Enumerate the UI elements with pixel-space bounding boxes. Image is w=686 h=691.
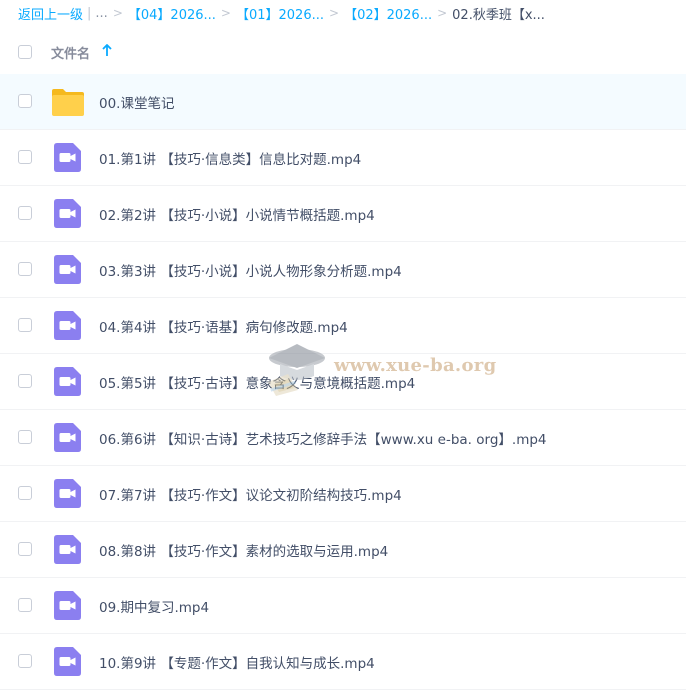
- file-browser: 返回上一级 | ... > 【04】2026... > 【01】2026... …: [0, 0, 686, 691]
- row-checkbox[interactable]: [18, 262, 32, 276]
- file-row[interactable]: 08.第8讲 【技巧·作文】素材的选取与运用.mp4: [0, 522, 686, 578]
- row-checkbox[interactable]: [18, 430, 32, 444]
- file-row[interactable]: 07.第7讲 【技巧·作文】议论文初阶结构技巧.mp4: [0, 466, 686, 522]
- file-row[interactable]: 09.期中复习.mp4: [0, 578, 686, 634]
- row-checkbox[interactable]: [18, 542, 32, 556]
- file-name[interactable]: 08.第8讲 【技巧·作文】素材的选取与运用.mp4: [99, 540, 388, 560]
- breadcrumb-divider: |: [87, 5, 92, 21]
- file-name[interactable]: 02.第2讲 【技巧·小说】小说情节概括题.mp4: [99, 204, 375, 224]
- column-filename-label[interactable]: 文件名: [51, 43, 90, 62]
- file-name[interactable]: 05.第5讲 【技巧·古诗】意象含义与意境概括题.mp4: [99, 372, 415, 392]
- file-name[interactable]: 10.第9讲 【专题·作文】自我认知与成长.mp4: [99, 652, 375, 672]
- video-file-icon: [54, 479, 81, 508]
- file-row[interactable]: 03.第3讲 【技巧·小说】小说人物形象分析题.mp4: [0, 242, 686, 298]
- file-name[interactable]: 03.第3讲 【技巧·小说】小说人物形象分析题.mp4: [99, 260, 402, 280]
- breadcrumb-item-3[interactable]: 【02】2026...: [344, 4, 432, 23]
- row-checkbox[interactable]: [18, 94, 32, 108]
- row-checkbox[interactable]: [18, 150, 32, 164]
- file-row[interactable]: 06.第6讲 【知识·古诗】艺术技巧之修辞手法【www.xu e-ba. org…: [0, 410, 686, 466]
- file-row[interactable]: 10.第9讲 【专题·作文】自我认知与成长.mp4: [0, 634, 686, 690]
- breadcrumb: 返回上一级 | ... > 【04】2026... > 【01】2026... …: [18, 0, 545, 26]
- sort-up-arrow-icon[interactable]: [101, 42, 113, 60]
- video-file-icon: [54, 199, 81, 228]
- folder-name[interactable]: 00.课堂笔记: [99, 92, 174, 112]
- file-row[interactable]: 00.课堂笔记: [0, 74, 686, 130]
- select-all-checkbox[interactable]: [18, 45, 32, 59]
- breadcrumb-current: 02.秋季班【x...: [452, 7, 545, 23]
- file-name[interactable]: 09.期中复习.mp4: [99, 596, 209, 616]
- video-file-icon: [54, 311, 81, 340]
- breadcrumb-item-2[interactable]: 【01】2026...: [236, 4, 324, 23]
- video-file-icon: [54, 535, 81, 564]
- file-name[interactable]: 01.第1讲 【技巧·信息类】信息比对题.mp4: [99, 148, 361, 168]
- video-file-icon: [54, 143, 81, 172]
- back-link[interactable]: 返回上一级: [18, 4, 83, 23]
- breadcrumb-item-1[interactable]: 【04】2026...: [128, 4, 216, 23]
- file-row[interactable]: 01.第1讲 【技巧·信息类】信息比对题.mp4: [0, 130, 686, 186]
- chevron-right-icon: >: [112, 6, 123, 20]
- file-list: 00.课堂笔记 01.第1讲 【技巧·信息类】信息比对题.mp4 02.第2讲 【技…: [0, 74, 686, 690]
- chevron-right-icon: >: [220, 6, 231, 20]
- video-file-icon: [54, 423, 81, 452]
- video-file-icon: [54, 255, 81, 284]
- video-file-icon: [54, 367, 81, 396]
- row-checkbox[interactable]: [18, 598, 32, 612]
- folder-icon: [52, 89, 84, 116]
- row-checkbox[interactable]: [18, 486, 32, 500]
- file-name[interactable]: 06.第6讲 【知识·古诗】艺术技巧之修辞手法【www.xu e-ba. org…: [99, 428, 547, 448]
- file-name[interactable]: 04.第4讲 【技巧·语基】病句修改题.mp4: [99, 316, 348, 336]
- row-checkbox[interactable]: [18, 206, 32, 220]
- row-checkbox[interactable]: [18, 654, 32, 668]
- file-row[interactable]: 04.第4讲 【技巧·语基】病句修改题.mp4: [0, 298, 686, 354]
- column-header: 文件名: [0, 33, 686, 73]
- file-row[interactable]: 02.第2讲 【技巧·小说】小说情节概括题.mp4: [0, 186, 686, 242]
- video-file-icon: [54, 647, 81, 676]
- file-row[interactable]: 05.第5讲 【技巧·古诗】意象含义与意境概括题.mp4: [0, 354, 686, 410]
- chevron-right-icon: >: [437, 6, 448, 20]
- video-file-icon: [54, 591, 81, 620]
- row-checkbox[interactable]: [18, 374, 32, 388]
- breadcrumb-ellipsis[interactable]: ...: [95, 6, 107, 21]
- row-checkbox[interactable]: [18, 318, 32, 332]
- chevron-right-icon: >: [329, 6, 340, 20]
- file-name[interactable]: 07.第7讲 【技巧·作文】议论文初阶结构技巧.mp4: [99, 484, 402, 504]
